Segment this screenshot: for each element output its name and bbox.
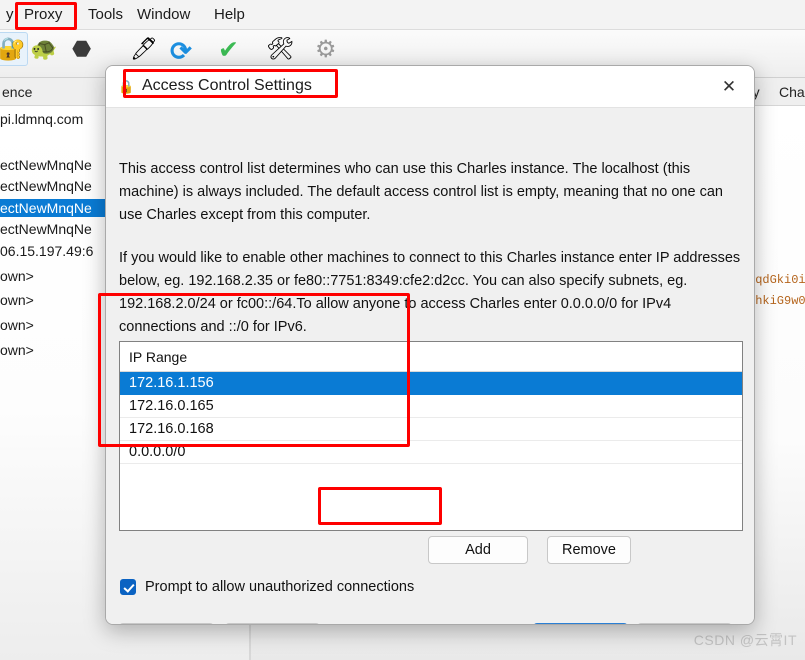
ip-range-column-header-label: IP Range <box>129 348 188 365</box>
close-icon[interactable]: ✕ <box>718 76 740 98</box>
description-paragraph-1: This access control list determines who … <box>119 161 723 223</box>
ip-range-column-header[interactable]: IP Range <box>120 342 742 372</box>
stop-record-icon[interactable]: ⬣ <box>72 38 91 60</box>
prompt-unauthorized-label: Prompt to allow unauthorized connections <box>145 579 415 595</box>
tab-label-chart[interactable]: Cha <box>779 84 805 100</box>
screen: y Proxy Tools Window Help 🔐 🐢 ⬣ 🖊 ⟳ ✔ 🛠 … <box>0 0 805 660</box>
prompt-unauthorized-checkbox-row[interactable]: Prompt to allow unauthorized connections <box>120 579 414 595</box>
table-row[interactable]: 172.16.1.156 <box>120 372 742 395</box>
ok-button[interactable]: OK <box>533 623 628 624</box>
import-button[interactable]: Import <box>119 623 214 624</box>
list-item[interactable]: own> <box>0 292 34 308</box>
lock-icon[interactable]: 🔐 <box>0 38 25 60</box>
tools-icon[interactable]: 🛠 <box>266 38 294 60</box>
compose-pen-icon[interactable]: 🖊 <box>130 38 158 60</box>
response-code-line: JqdGki0i <box>748 273 805 287</box>
list-item[interactable]: ectNewMnqNe <box>0 221 92 237</box>
list-item-selected[interactable]: ectNewMnqNe <box>0 199 105 217</box>
export-button[interactable]: Export <box>225 623 320 624</box>
ip-range-list[interactable]: IP Range 172.16.1.156 172.16.0.165 172.1… <box>119 341 743 531</box>
menu-item-window[interactable]: Window <box>131 4 196 25</box>
repeat-refresh-icon[interactable]: ⟳ <box>170 38 192 64</box>
prompt-unauthorized-checkbox[interactable] <box>120 579 136 595</box>
list-item[interactable]: own> <box>0 342 34 358</box>
menu-item-y[interactable]: y <box>0 4 20 25</box>
menu-item-help[interactable]: Help <box>208 4 251 25</box>
table-row[interactable]: 0.0.0.0/0 <box>120 441 742 464</box>
list-item[interactable]: ectNewMnqNe <box>0 157 92 173</box>
tab-label-sequence[interactable]: ence <box>2 84 32 100</box>
watermark: CSDN @云霄IT <box>693 632 797 648</box>
access-control-settings-dialog: 🔒 Access Control Settings ✕ This access … <box>105 65 755 625</box>
dialog-body: This access control list determines who … <box>106 108 754 624</box>
cancel-button[interactable]: Cancel <box>637 623 732 624</box>
validate-check-icon[interactable]: ✔ <box>218 38 239 63</box>
throttle-turtle-icon[interactable]: 🐢 <box>30 38 57 60</box>
menu-item-proxy[interactable]: Proxy <box>18 4 68 25</box>
menu-item-tools[interactable]: Tools <box>82 4 129 25</box>
list-item[interactable]: own> <box>0 268 34 284</box>
dialog-title-bar: 🔒 Access Control Settings ✕ <box>106 66 754 108</box>
app-menu-bar: y Proxy Tools Window Help <box>0 0 805 30</box>
remove-button[interactable]: Remove <box>547 536 631 564</box>
table-row[interactable]: 172.16.0.165 <box>120 395 742 418</box>
dialog-title: Access Control Settings <box>142 77 312 94</box>
response-code-line: qhkiG9w0 <box>748 294 805 308</box>
settings-gear-icon[interactable]: ⚙ <box>315 38 337 62</box>
list-item[interactable]: ectNewMnqNe <box>0 178 92 194</box>
add-button[interactable]: Add <box>428 536 528 564</box>
charles-app-icon: 🔒 <box>118 79 135 94</box>
session-host-label: pi.ldmnq.com <box>0 111 84 127</box>
list-item[interactable]: own> <box>0 317 34 333</box>
description-paragraph-2: If you would like to enable other machin… <box>119 250 741 335</box>
list-item[interactable]: 06.15.197.49:6 <box>0 243 93 259</box>
table-row[interactable]: 172.16.0.168 <box>120 418 742 441</box>
